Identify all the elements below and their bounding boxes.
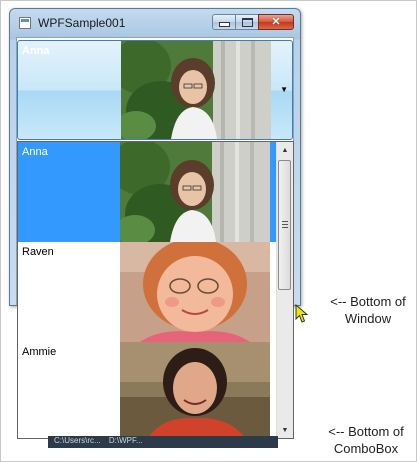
combobox-selected-label: Anna <box>22 45 50 57</box>
list-item-photo <box>120 342 270 438</box>
combobox-dropdown-arrow-icon[interactable]: ▼ <box>280 85 288 94</box>
taskbar-item[interactable]: D:\WPF... <box>109 436 143 445</box>
combobox-dropdown-list: Anna Raven Ammie ▲ ▼ <box>17 141 294 439</box>
list-item-label: Raven <box>22 246 54 258</box>
minimize-button[interactable] <box>212 14 236 30</box>
list-item[interactable]: Ammie <box>18 342 277 438</box>
mouse-cursor-icon <box>295 304 309 323</box>
list-item-photo <box>120 242 270 342</box>
window-app-icon[interactable] <box>19 17 31 29</box>
annotation-bottom-of-window: <-- Bottom of Window <box>318 293 417 327</box>
annotation-line: <-- Bottom of <box>330 294 406 309</box>
window-title: WPFSample001 <box>38 16 126 30</box>
maximize-button[interactable] <box>235 14 259 30</box>
annotation-bottom-of-combobox: <-- Bottom of ComboBox <box>316 423 416 457</box>
taskbar-strip: C:\Users\rc... D:\WPF... <box>48 436 278 448</box>
annotation-line: <-- Bottom of <box>328 424 404 439</box>
taskbar-item[interactable]: C:\Users\rc... <box>54 436 101 445</box>
minimize-icon <box>218 22 230 27</box>
list-item[interactable]: Raven <box>18 242 277 342</box>
list-item-label: Anna <box>22 146 48 158</box>
maximize-icon <box>241 17 253 27</box>
close-button[interactable]: ✕ <box>258 14 294 30</box>
caption-buttons: ✕ <box>212 14 294 30</box>
annotation-line: ComboBox <box>333 441 399 456</box>
list-item-photo <box>120 142 270 242</box>
photo-combobox[interactable]: Anna ▼ <box>17 40 293 140</box>
annotation-line: Window <box>344 311 392 326</box>
scrollbar-grip-icon <box>282 221 288 228</box>
title-bar[interactable]: WPFSample001 ✕ <box>10 9 300 37</box>
close-icon: ✕ <box>271 15 281 28</box>
scrollbar-thumb[interactable] <box>278 160 291 290</box>
scroll-down-arrow-icon[interactable]: ▼ <box>277 422 293 438</box>
combobox-selected-photo <box>121 41 271 139</box>
scroll-up-arrow-icon[interactable]: ▲ <box>277 142 293 158</box>
list-item-label: Ammie <box>22 346 57 358</box>
list-item[interactable]: Anna <box>18 142 277 242</box>
dropdown-scrollbar[interactable]: ▲ ▼ <box>276 142 293 438</box>
